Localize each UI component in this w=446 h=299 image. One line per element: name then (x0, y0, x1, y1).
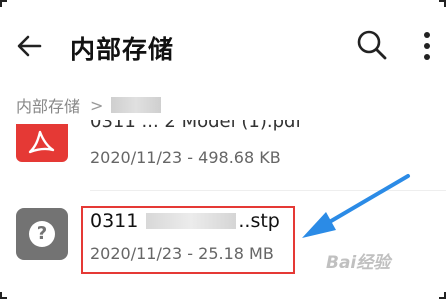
file-name: 0311 ..stp (90, 210, 280, 232)
breadcrumb-current-masked[interactable] (111, 97, 162, 113)
pdf-file-icon (16, 124, 68, 162)
breadcrumb: 内部存储 > (16, 93, 162, 117)
search-icon (357, 30, 387, 60)
back-arrow-icon (17, 35, 42, 57)
frame-corner-bottom-left (0, 292, 7, 299)
app-bar: 内部存储 (0, 18, 446, 72)
file-meta: 2020/11/23 - 25.18 MB (90, 244, 274, 263)
file-name-partial: 0311 ... 2 Model (1).pdf (90, 120, 302, 132)
question-mark-icon: ? (29, 221, 55, 247)
breadcrumb-separator: > (90, 95, 104, 115)
more-vertical-icon (424, 32, 430, 60)
pointer-arrow-icon (302, 174, 410, 238)
file-name-masked (146, 213, 237, 229)
frame-corner-top-right (439, 0, 446, 7)
file-meta: 2020/11/23 - 498.68 KB (90, 148, 281, 167)
file-name-suffix: ..stp (238, 210, 280, 232)
frame-corner-bottom-right (439, 292, 446, 299)
search-button[interactable] (356, 28, 388, 62)
breadcrumb-root[interactable]: 内部存储 (16, 93, 80, 117)
watermark: Bai经验 (326, 253, 391, 273)
frame-corner-top-left (0, 0, 7, 7)
page-title: 内部存储 (70, 35, 175, 64)
file-name-prefix: 0311 (90, 210, 139, 232)
more-options-button[interactable] (420, 30, 434, 62)
unknown-file-icon: ? (16, 208, 68, 260)
back-button[interactable] (14, 30, 46, 62)
